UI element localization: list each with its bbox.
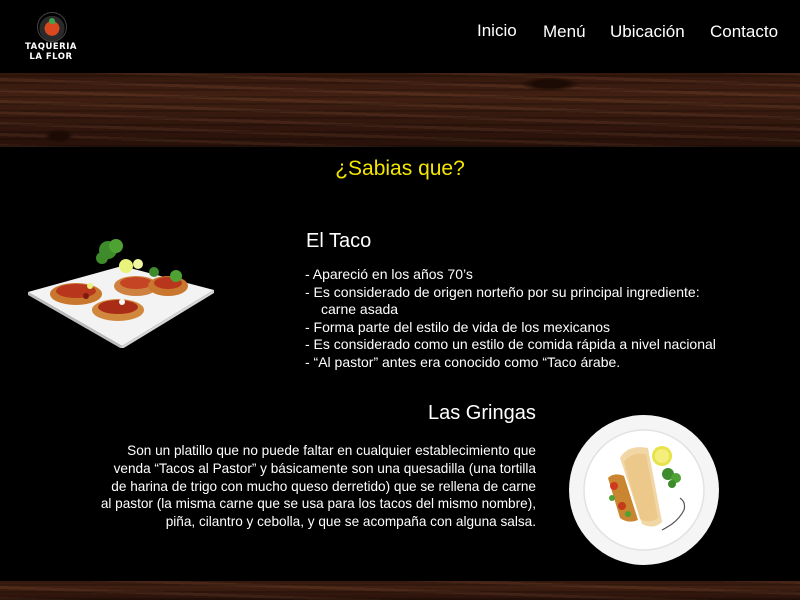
- list-item-text: - Es considerado de origen norteño por s…: [305, 283, 700, 300]
- gringas-line: venda “Tacos al Pastor” y básicamente so…: [113, 460, 536, 476]
- section-heading: ¿Sabias que?: [335, 157, 465, 180]
- nav-contacto-link[interactable]: Contacto: [710, 22, 778, 42]
- wood-knot: [44, 129, 74, 143]
- logo-line-1: TAQUERIA: [25, 42, 77, 52]
- list-item: - Forma parte del estilo de vida de los …: [305, 318, 611, 335]
- logo-text: TAQUERIA LA FLOR: [20, 42, 82, 62]
- gringas-description: Son un platillo que no puede faltar en c…: [40, 442, 536, 531]
- gringas-line: al pastor (la misma carne que se usa par…: [100, 496, 536, 512]
- taco-title: El Taco: [306, 230, 372, 252]
- nav-inicio-link[interactable]: Inicio: [477, 21, 517, 41]
- taco-plate-image: [28, 239, 214, 348]
- list-item-continuation: carne asada: [321, 301, 399, 317]
- list-item: - Apareció en los años 70’s: [305, 266, 473, 282]
- gringas-line: Son un platillo que no puede faltar en c…: [127, 443, 536, 458]
- nav-menu-link[interactable]: Menú: [543, 22, 586, 42]
- wood-knot: [520, 77, 580, 91]
- gringas-plate-image: [569, 415, 719, 565]
- page: TAQUERIA LA FLOR Inicio Menú Ubicación C…: [0, 0, 800, 600]
- logo[interactable]: TAQUERIA LA FLOR: [20, 8, 82, 70]
- site-header: TAQUERIA LA FLOR Inicio Menú Ubicación C…: [0, 0, 800, 73]
- nav-ubicacion-link[interactable]: Ubicación: [610, 22, 685, 42]
- wood-banner: [0, 73, 800, 147]
- gringas-line: de harina de trigo con mucho queso derre…: [111, 478, 536, 494]
- gringas-line: piña, cilantro y cebolla, y que se acomp…: [165, 514, 536, 530]
- taco-facts-list: - Apareció en los años 70’s - Es conside…: [305, 266, 716, 371]
- wood-footer: [0, 581, 800, 600]
- list-item: - Es considerado de origen norteño por s…: [305, 284, 716, 319]
- logo-emblem-icon: [37, 12, 67, 42]
- gringas-title: Las Gringas: [428, 402, 536, 424]
- list-item: - “Al pastor” antes era conocido como “T…: [305, 353, 621, 370]
- logo-line-2: LA FLOR: [29, 52, 73, 62]
- list-item: - Es considerado como un estilo de comid…: [305, 336, 716, 352]
